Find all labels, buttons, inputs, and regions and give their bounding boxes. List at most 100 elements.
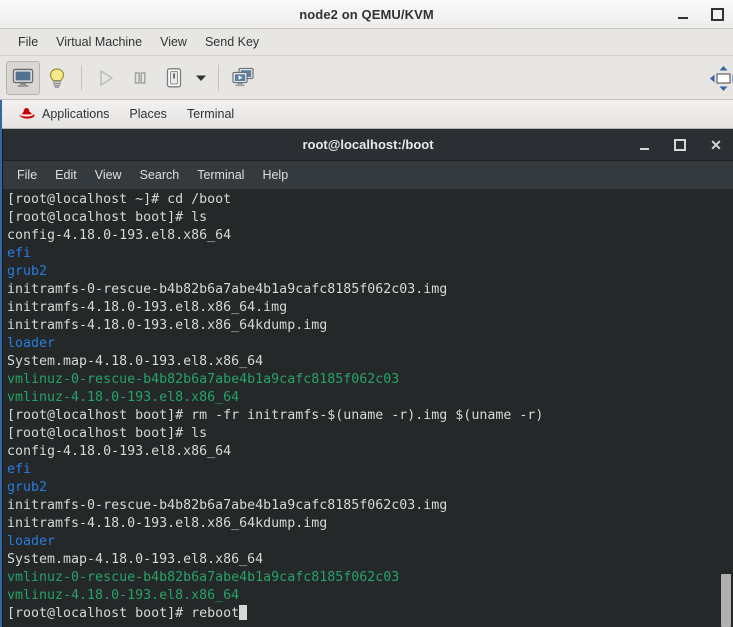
terminal-line: vmlinuz-4.18.0-193.el8.x86_64 — [7, 389, 715, 407]
terminal-line: [root@localhost boot]# ls — [7, 425, 715, 443]
terminal-text: loader — [7, 534, 56, 549]
gnome-applications-label: Applications — [42, 107, 110, 121]
terminal-line: grub2 — [7, 263, 715, 281]
fullscreen-button[interactable] — [706, 61, 733, 95]
terminal-line: [root@localhost ~]# cd /boot — [7, 191, 715, 209]
terminal-line: [root@localhost boot]# rm -fr initramfs-… — [7, 407, 715, 425]
terminal-menu-edit[interactable]: Edit — [46, 165, 86, 185]
pause-icon — [130, 68, 150, 88]
power-icon — [164, 67, 184, 89]
gnome-terminal-menu[interactable]: Terminal — [177, 105, 244, 123]
terminal-titlebar: root@localhost:/boot ✕ — [3, 129, 733, 161]
terminal-line: vmlinuz-0-rescue-b4b82b6a7abe4b1a9cafc81… — [7, 569, 715, 587]
show-details-button[interactable] — [40, 61, 74, 95]
terminal-window-title: root@localhost:/boot — [302, 137, 434, 152]
terminal-line: efi — [7, 245, 715, 263]
terminal-line: vmlinuz-4.18.0-193.el8.x86_64 — [7, 587, 715, 605]
terminal-line: initramfs-4.18.0-193.el8.x86_64kdump.img — [7, 317, 715, 335]
terminal-output: [root@localhost ~]# cd /boot [root@localh… — [7, 191, 715, 623]
terminal-text: vmlinuz-0-rescue-b4b82b6a7abe4b1a9cafc81… — [7, 372, 400, 387]
vm-titlebar: node2 on QEMU/KVM — [0, 0, 733, 29]
terminal-line: initramfs-4.18.0-193.el8.x86_64.img — [7, 299, 715, 317]
vm-maximize-button[interactable] — [709, 7, 725, 23]
terminal-line: System.map-4.18.0-193.el8.x86_64 — [7, 551, 715, 569]
terminal-maximize-button[interactable] — [673, 138, 687, 152]
terminal-line: grub2 — [7, 479, 715, 497]
terminal-line: config-4.18.0-193.el8.x86_64 — [7, 227, 715, 245]
pause-button[interactable] — [123, 61, 157, 95]
gnome-places-label: Places — [129, 107, 167, 121]
terminal-text: [root@localhost ~]# cd /boot — [7, 192, 232, 207]
terminal-line: initramfs-4.18.0-193.el8.x86_64kdump.img — [7, 515, 715, 533]
terminal-text: config-4.18.0-193.el8.x86_64 — [7, 444, 232, 459]
terminal-text: [root@localhost boot]# reboot — [7, 606, 240, 621]
shutdown-button[interactable] — [157, 61, 191, 95]
run-button[interactable] — [89, 61, 123, 95]
vm-menu-view[interactable]: View — [151, 32, 196, 52]
show-console-button[interactable] — [6, 60, 40, 95]
toolbar-separator-2 — [218, 64, 219, 91]
terminal-menu-view[interactable]: View — [86, 165, 131, 185]
snapshots-icon — [231, 67, 255, 89]
terminal-menubar: File Edit View Search Terminal Help — [3, 161, 733, 189]
terminal-line: [root@localhost boot]# reboot — [7, 605, 715, 623]
terminal-text: vmlinuz-4.18.0-193.el8.x86_64 — [7, 588, 240, 603]
terminal-text: initramfs-4.18.0-193.el8.x86_64kdump.img — [7, 516, 328, 531]
terminal-cursor — [239, 605, 248, 620]
terminal-text: [root@localhost boot]# ls — [7, 210, 208, 225]
vm-menu-send-key[interactable]: Send Key — [196, 32, 268, 52]
terminal-text: [root@localhost boot]# rm -fr initramfs-… — [7, 408, 544, 423]
vm-toolbar — [0, 56, 733, 100]
toolbar-separator — [81, 64, 82, 91]
fullscreen-icon — [708, 63, 733, 93]
vm-menubar: File Virtual Machine View Send Key — [0, 29, 733, 56]
terminal-line: initramfs-0-rescue-b4b82b6a7abe4b1a9cafc… — [7, 281, 715, 299]
terminal-line: initramfs-0-rescue-b4b82b6a7abe4b1a9cafc… — [7, 497, 715, 515]
terminal-text: initramfs-4.18.0-193.el8.x86_64.img — [7, 300, 288, 315]
terminal-text: grub2 — [7, 480, 48, 495]
terminal-menu-file[interactable]: File — [8, 165, 46, 185]
lightbulb-icon — [47, 67, 67, 89]
terminal-line: loader — [7, 335, 715, 353]
terminal-line: loader — [7, 533, 715, 551]
terminal-text: config-4.18.0-193.el8.x86_64 — [7, 228, 232, 243]
vm-window-title: node2 on QEMU/KVM — [299, 6, 434, 22]
terminal-text: efi — [7, 246, 32, 261]
terminal-text: initramfs-4.18.0-193.el8.x86_64kdump.img — [7, 318, 328, 333]
gnome-applications-menu[interactable]: Applications — [8, 105, 119, 123]
terminal-text: System.map-4.18.0-193.el8.x86_64 — [7, 552, 264, 567]
terminal-text: vmlinuz-4.18.0-193.el8.x86_64 — [7, 390, 240, 405]
terminal-menu-terminal[interactable]: Terminal — [188, 165, 253, 185]
terminal-text: vmlinuz-0-rescue-b4b82b6a7abe4b1a9cafc81… — [7, 570, 400, 585]
vm-menu-virtual-machine[interactable]: Virtual Machine — [47, 32, 151, 52]
terminal-line: efi — [7, 461, 715, 479]
play-icon — [96, 68, 116, 88]
terminal-text: [root@localhost boot]# ls — [7, 426, 208, 441]
vm-minimize-button[interactable] — [675, 7, 691, 23]
monitor-icon — [12, 68, 34, 88]
terminal-minimize-button[interactable] — [637, 138, 651, 152]
terminal-line: System.map-4.18.0-193.el8.x86_64 — [7, 353, 715, 371]
terminal-line: vmlinuz-0-rescue-b4b82b6a7abe4b1a9cafc81… — [7, 371, 715, 389]
terminal-text: efi — [7, 462, 32, 477]
terminal-text: System.map-4.18.0-193.el8.x86_64 — [7, 354, 264, 369]
gnome-places-menu[interactable]: Places — [119, 105, 177, 123]
terminal-line: config-4.18.0-193.el8.x86_64 — [7, 443, 715, 461]
terminal-scrollbar[interactable] — [719, 189, 733, 627]
terminal-scrollbar-thumb[interactable] — [721, 574, 731, 627]
gnome-terminal-label: Terminal — [186, 107, 235, 121]
snapshots-button[interactable] — [226, 61, 260, 95]
redhat-logo-icon — [18, 107, 36, 121]
terminal-body[interactable]: [root@localhost ~]# cd /boot [root@localh… — [3, 189, 733, 627]
gnome-terminal-window: root@localhost:/boot ✕ File Edit View Se… — [2, 129, 733, 627]
vm-guest-viewport[interactable]: Applications Places Terminal root@localh… — [0, 100, 733, 627]
terminal-text: initramfs-0-rescue-b4b82b6a7abe4b1a9cafc… — [7, 282, 448, 297]
terminal-close-button[interactable]: ✕ — [709, 138, 723, 152]
virt-manager-window: node2 on QEMU/KVM File Virtual Machine V… — [0, 0, 733, 627]
shutdown-options-button[interactable] — [191, 61, 211, 95]
vm-menu-file[interactable]: File — [9, 32, 47, 52]
gnome-top-panel: Applications Places Terminal — [2, 100, 733, 129]
terminal-text: initramfs-0-rescue-b4b82b6a7abe4b1a9cafc… — [7, 498, 448, 513]
terminal-menu-search[interactable]: Search — [131, 165, 189, 185]
terminal-menu-help[interactable]: Help — [253, 165, 297, 185]
